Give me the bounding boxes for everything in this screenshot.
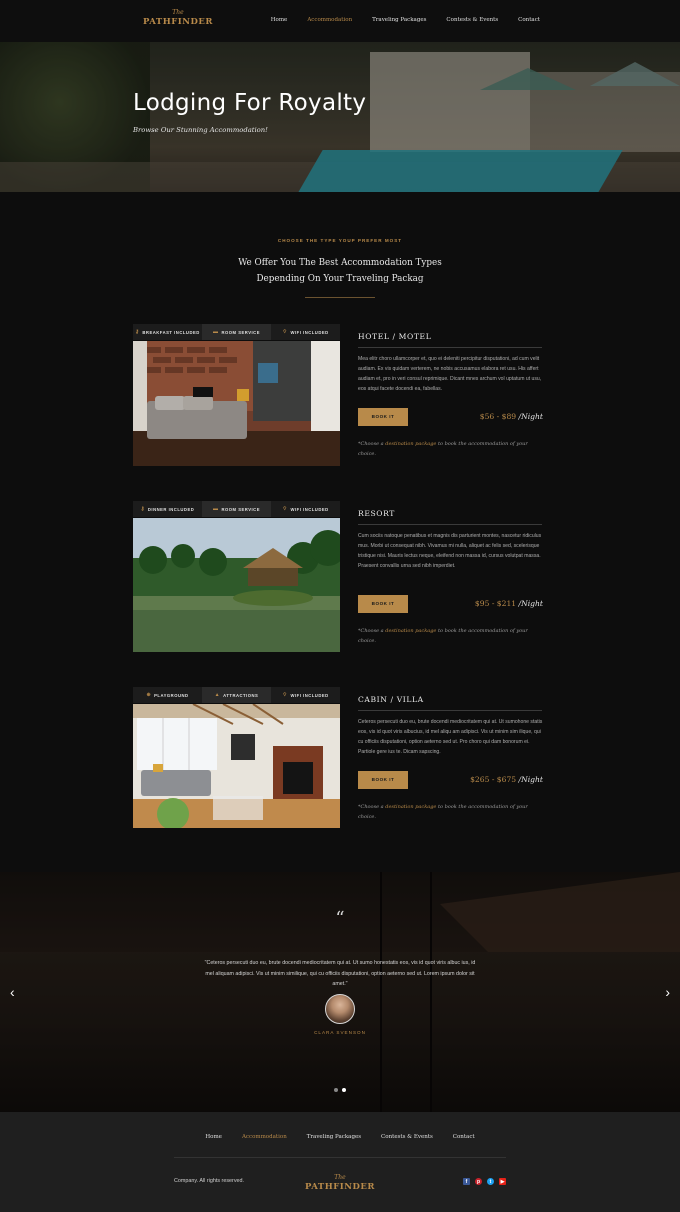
amenity-tags: ⚷ DINNER INCLUDED ▬ ROOM SERVICE ⌔ WIFI INC… (133, 501, 340, 517)
room-divider (358, 347, 542, 348)
nav-item-traveling-packages[interactable]: Traveling Packages (372, 17, 426, 23)
footer-divider (174, 1157, 506, 1158)
destination-package-link[interactable]: destination package (385, 441, 436, 447)
wifi-icon: ⌔ (282, 692, 288, 698)
key-icon: ⚷ (135, 329, 140, 335)
room-title: RESORT (358, 509, 395, 518)
nav-item-home[interactable]: Home (271, 17, 288, 23)
amenity-tags: ⚷ BREAKFAST INCLUDED ▬ ROOM SERVICE ⌔ WIFI … (133, 324, 340, 340)
wifi-icon: ⌔ (282, 506, 288, 512)
top-navbar: The PATHFINDER Home Accommodation Travel… (0, 0, 680, 42)
room-title: HOTEL / MOTEL (358, 332, 432, 341)
footer-link-contact[interactable]: Contact (453, 1134, 475, 1140)
amenity-tag: ▬ ROOM SERVICE (202, 324, 271, 340)
room-description: Ceteros persecuti duo eu, brute docendi … (358, 719, 543, 755)
room-service-icon: ▬ (213, 506, 219, 512)
accommodation-photo[interactable] (133, 704, 340, 828)
destination-package-link[interactable]: destination package (385, 804, 436, 810)
hero-subtitle: Browse Our Stunning Accommodation! (133, 126, 268, 134)
section-eyebrow: CHOOSE THE TYPE YOUP PREFER MOST (277, 238, 403, 243)
logo-the: The (334, 1174, 346, 1181)
avatar (325, 994, 355, 1024)
quote-icon: “ (335, 908, 345, 929)
book-it-button[interactable]: BOOK IT (358, 771, 408, 789)
price-unit: /Night (518, 775, 543, 784)
room-divider (358, 524, 542, 525)
hero-banner: Lodging For Royalty Browse Our Stunning … (0, 42, 680, 192)
amenity-tag: ⌔ WIFI INCLUDED (282, 329, 329, 335)
chevron-right-icon[interactable]: › (665, 984, 670, 1000)
book-it-button[interactable]: BOOK IT (358, 408, 408, 426)
nav-item-contests-events[interactable]: Contests & Events (446, 17, 498, 23)
twitter-icon[interactable]: t (487, 1178, 494, 1185)
accommodation-card-hotel: ⚷ BREAKFAST INCLUDED ▬ ROOM SERVICE ⌔ WIFI … (133, 324, 543, 474)
brand-logo[interactable]: The PATHFINDER (143, 9, 213, 27)
room-title: CABIN / VILLA (358, 695, 424, 704)
section-title-line: We Offer You The Best Accommodation Type… (238, 258, 442, 268)
testimonial-quote: "Ceteros persecuti duo eu, brute docendi… (204, 960, 476, 987)
copyright-text: Company. All rights reserved. (174, 1178, 245, 1184)
footer-links: Home Accommodation Traveling Packages Co… (0, 1134, 680, 1140)
playground-icon: ⊕ (146, 692, 152, 698)
testimonial-slider: “ "Ceteros persecuti duo eu, brute docen… (0, 872, 680, 1112)
facebook-icon[interactable]: f (463, 1178, 470, 1185)
footer: Home Accommodation Traveling Packages Co… (0, 1112, 680, 1212)
testimonial-author: CLARA SVENSON (314, 1030, 366, 1035)
price-unit: /Night (518, 599, 543, 608)
logo-name: PATHFINDER (143, 17, 213, 27)
social-links: f p t ▶ (463, 1178, 506, 1185)
pinterest-icon[interactable]: p (475, 1178, 482, 1185)
destination-package-link[interactable]: destination package (385, 628, 436, 634)
accommodation-photo[interactable] (133, 518, 340, 652)
amenity-tag: ⊕ PLAYGROUND (146, 692, 189, 698)
room-price: $265 - $675 /Night (470, 775, 543, 784)
accommodation-photo[interactable] (133, 341, 340, 466)
price-unit: /Night (518, 412, 543, 421)
nav-item-accommodation[interactable]: Accommodation (307, 17, 352, 23)
wifi-icon: ⌔ (282, 329, 288, 335)
footer-link-accommodation[interactable]: Accommodation (242, 1134, 287, 1140)
booking-note: *Choose a destination package to book th… (358, 441, 528, 457)
accommodation-card-resort: ⚷ DINNER INCLUDED ▬ ROOM SERVICE ⌔ WIFI INC… (133, 501, 543, 656)
room-divider (358, 710, 542, 711)
accommodation-card-cabin: ⊕ PLAYGROUND ▲ ATTRACTIONS ⌔ WIFI INCLUDED … (133, 687, 543, 832)
amenity-tag: ⌔ WIFI INCLUDED (282, 506, 329, 512)
slider-dot-active[interactable] (342, 1088, 346, 1092)
footer-link-home[interactable]: Home (205, 1134, 222, 1140)
amenity-tag: ⌔ WIFI INCLUDED (282, 692, 329, 698)
amenity-tag: ⚷ BREAKFAST INCLUDED (135, 329, 200, 335)
key-icon: ⚷ (140, 506, 145, 512)
youtube-icon[interactable]: ▶ (499, 1178, 506, 1185)
room-description: Cum sociis natoque penatibus et magnis d… (358, 533, 542, 569)
amenity-tag: ▬ ROOM SERVICE (202, 501, 271, 517)
price-range: $56 - $89 (479, 412, 517, 421)
room-description: Mea elitr choro ullamcorper et, quo ei d… (358, 356, 542, 392)
amenity-tag: ▲ ATTRACTIONS (202, 687, 271, 703)
price-range: $265 - $675 (470, 775, 517, 784)
footer-link-contests-events[interactable]: Contests & Events (381, 1134, 433, 1140)
section-title: We Offer You The Best Accommodation Type… (0, 255, 680, 287)
hero-title: Lodging For Royalty (133, 90, 367, 116)
nav-item-contact[interactable]: Contact (518, 17, 540, 23)
nav-links: Home Accommodation Traveling Packages Co… (271, 17, 540, 23)
price-range: $95 - $211 (474, 599, 517, 608)
logo-the: The (172, 9, 184, 16)
footer-link-traveling-packages[interactable]: Traveling Packages (307, 1134, 361, 1140)
amenity-tag: ⚷ DINNER INCLUDED (140, 506, 195, 512)
room-price: $56 - $89 /Night (480, 412, 543, 421)
room-price: $95 - $211 /Night (475, 599, 543, 608)
room-service-icon: ▬ (213, 329, 219, 335)
section-title-line: Depending On Your Traveling Packag (256, 274, 424, 284)
slider-dot[interactable] (334, 1088, 338, 1092)
attractions-icon: ▲ (214, 692, 221, 698)
slider-dots (334, 1088, 346, 1092)
section-divider (305, 297, 375, 298)
logo-name: PATHFINDER (305, 1182, 375, 1192)
amenity-tags: ⊕ PLAYGROUND ▲ ATTRACTIONS ⌔ WIFI INCLUDED (133, 687, 340, 703)
footer-logo[interactable]: The PATHFINDER (305, 1174, 375, 1192)
booking-note: *Choose a destination package to book th… (358, 628, 528, 644)
booking-note: *Choose a destination package to book th… (358, 804, 528, 820)
book-it-button[interactable]: BOOK IT (358, 595, 408, 613)
chevron-left-icon[interactable]: ‹ (10, 984, 15, 1000)
